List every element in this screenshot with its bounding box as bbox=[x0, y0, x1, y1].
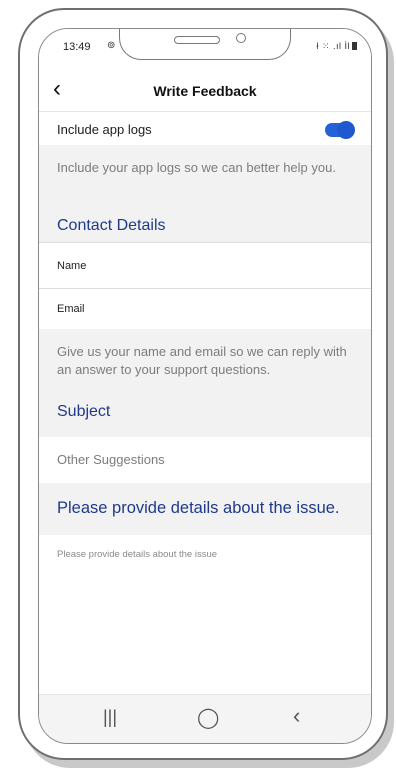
status-bar: 13:49 ⊚ ł ⁙ .ıl İl bbox=[39, 29, 371, 69]
logs-helper: Include your app logs so we can better h… bbox=[57, 160, 336, 175]
details-placeholder: Please provide details about the issue bbox=[57, 549, 218, 560]
signal-text: ł ⁙ .ıl İl bbox=[316, 41, 350, 51]
contact-helper-block: Give us your name and email so we can re… bbox=[39, 329, 371, 437]
back-nav-icon[interactable]: ‹ bbox=[293, 703, 300, 729]
nav-bar: ‹ Write Feedback bbox=[39, 69, 371, 111]
email-placeholder: Email bbox=[57, 303, 85, 315]
contact-helper: Give us your name and email so we can re… bbox=[57, 344, 347, 377]
logs-helper-block: Include your app logs so we can better h… bbox=[39, 145, 371, 242]
details-title: Please provide details about the issue. bbox=[57, 499, 340, 517]
speaker bbox=[174, 36, 220, 44]
phone-frame: 13:49 ⊚ ł ⁙ .ıl İl ‹ Write Feedback Incl… bbox=[18, 8, 388, 760]
camera-icon bbox=[236, 33, 246, 43]
details-textarea[interactable]: Please provide details about the issue bbox=[39, 535, 371, 695]
email-field[interactable]: Email bbox=[39, 288, 371, 329]
status-time: 13:49 bbox=[63, 41, 91, 53]
subject-field[interactable]: Other Suggestions bbox=[39, 437, 371, 483]
android-nav-bar: ||| ◯ ‹ bbox=[39, 694, 371, 743]
home-icon[interactable]: ◯ bbox=[197, 705, 219, 730]
recent-apps-icon[interactable]: ||| bbox=[103, 707, 117, 728]
logs-toggle[interactable] bbox=[325, 121, 355, 139]
signal-icons: ł ⁙ .ıl İl bbox=[316, 41, 357, 52]
subject-title: Subject bbox=[57, 403, 111, 420]
logs-label: Include app logs bbox=[57, 122, 152, 137]
notch bbox=[119, 29, 291, 60]
toggle-knob bbox=[337, 121, 355, 139]
page-title: Write Feedback bbox=[153, 83, 257, 99]
contact-details-title: Contact Details bbox=[57, 217, 166, 234]
name-placeholder: Name bbox=[57, 260, 87, 272]
phone-screen: 13:49 ⊚ ł ⁙ .ıl İl ‹ Write Feedback Incl… bbox=[38, 28, 372, 744]
battery-icon bbox=[352, 42, 357, 50]
screenshot-icon: ⊚ bbox=[107, 40, 116, 51]
details-header: Please provide details about the issue. bbox=[39, 483, 371, 535]
logs-row[interactable]: Include app logs bbox=[39, 111, 371, 145]
subject-value: Other Suggestions bbox=[57, 452, 165, 467]
name-field[interactable]: Name bbox=[39, 242, 371, 288]
